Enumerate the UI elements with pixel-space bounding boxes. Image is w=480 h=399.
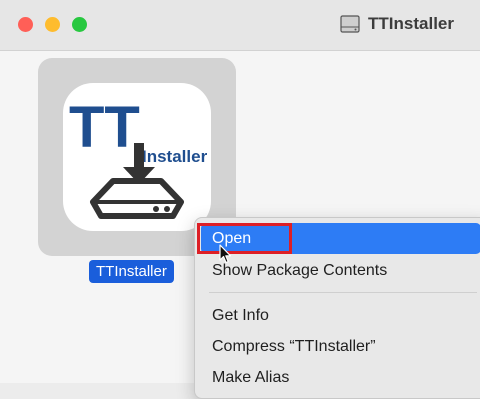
menu-item-get-info[interactable]: Get Info	[201, 300, 480, 331]
installer-logo-text: Installer	[142, 147, 208, 166]
window-titlebar: TTInstaller	[0, 0, 480, 51]
tt-logo-text: TT	[69, 95, 140, 160]
menu-item-compress[interactable]: Compress “TTInstaller”	[201, 331, 480, 362]
ttinstaller-app-icon[interactable]: TT Installer	[63, 83, 211, 231]
window-title-group: TTInstaller	[340, 13, 454, 35]
menu-item-show-package-contents[interactable]: Show Package Contents	[201, 255, 480, 286]
annotation-highlight-box	[197, 223, 292, 254]
mouse-cursor-icon	[219, 244, 232, 264]
menu-item-make-alias[interactable]: Make Alias	[201, 362, 480, 393]
close-button[interactable]	[18, 17, 33, 32]
menu-separator	[209, 292, 477, 293]
hard-drive-icon	[90, 178, 184, 219]
file-name-label[interactable]: TTInstaller	[89, 260, 174, 283]
zoom-button[interactable]	[72, 17, 87, 32]
window-title: TTInstaller	[368, 14, 454, 33]
minimize-button[interactable]	[45, 17, 60, 32]
drive-icon	[340, 15, 360, 33]
